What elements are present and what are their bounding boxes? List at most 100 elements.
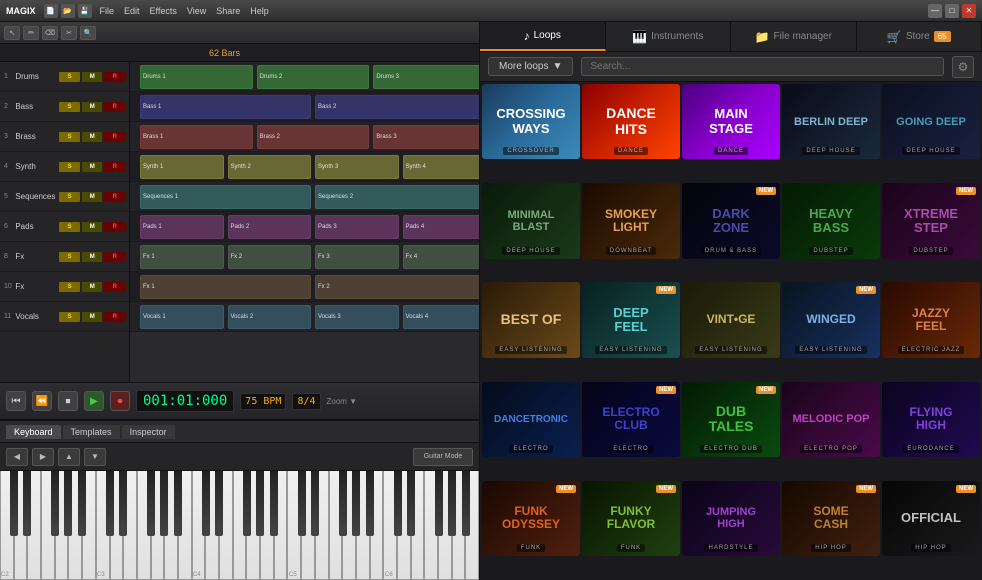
zoom-tool[interactable]: 🔍 [80, 26, 96, 40]
loop-card[interactable]: FLYING HIGHEURODANCE [882, 382, 980, 457]
solo-button[interactable]: S [59, 72, 80, 82]
loop-card[interactable]: CROSSING WAYSCROSSOVER [482, 84, 580, 159]
track-clip[interactable]: Drums 3 [373, 65, 479, 89]
track-row[interactable]: Drums 1Drums 2Drums 3 [130, 62, 479, 92]
mute-button[interactable]: M [82, 102, 103, 112]
loop-card[interactable]: OFFICIALHIP HOPNEW [882, 481, 980, 556]
settings-icon[interactable]: ⚙ [952, 56, 974, 78]
loop-card[interactable]: FUNKY FLAVORFUNKNEW [582, 481, 680, 556]
track-clip[interactable]: Fx 4 [403, 245, 480, 269]
track-clip[interactable]: Synth 1 [140, 155, 224, 179]
black-key[interactable] [407, 471, 415, 536]
more-loops-button[interactable]: More loops ▼ [488, 57, 573, 76]
black-key[interactable] [160, 471, 168, 536]
track-clip[interactable]: Fx 2 [228, 245, 312, 269]
tab-instruments[interactable]: 🎹 Instruments [606, 22, 732, 51]
track-row[interactable]: Pads 1Pads 2Pads 3Pads 4 [130, 212, 479, 242]
black-key[interactable] [64, 471, 72, 536]
rec-button[interactable]: R [104, 222, 125, 232]
tab-store[interactable]: 🛒 Store 65 [857, 22, 982, 51]
solo-button[interactable]: S [59, 192, 80, 202]
track-clip[interactable]: Bass 2 [315, 95, 479, 119]
solo-button[interactable]: S [59, 162, 80, 172]
black-key[interactable] [462, 471, 470, 536]
solo-button[interactable]: S [59, 282, 80, 292]
maximize-button[interactable]: □ [945, 4, 959, 18]
mute-button[interactable]: M [82, 132, 103, 142]
track-clip[interactable]: Fx 1 [140, 275, 311, 299]
loop-card[interactable]: SOME CASHHIP HOPNEW [782, 481, 880, 556]
guitar-mode-btn[interactable]: Guitar Mode [413, 448, 473, 466]
menu-effects[interactable]: Effects [146, 6, 181, 16]
black-key[interactable] [352, 471, 360, 536]
track-row[interactable]: Fx 1Fx 2 [130, 272, 479, 302]
loop-card[interactable]: FUNK ODYSSEYFUNKNEW [482, 481, 580, 556]
prev-button[interactable]: ⏪ [32, 391, 52, 411]
track-clip[interactable]: Pads 2 [228, 215, 312, 239]
record-button[interactable]: ⏺ [110, 391, 130, 411]
black-key[interactable] [10, 471, 18, 536]
tab-filemanager[interactable]: 📁 File manager [731, 22, 857, 51]
loop-card[interactable]: MAIN STAGEDANCE [682, 84, 780, 159]
track-clip[interactable]: Pads 3 [315, 215, 399, 239]
kbd-down-btn[interactable]: ▼ [84, 448, 106, 466]
track-clip[interactable]: Synth 4 [403, 155, 480, 179]
track-clip[interactable]: Sequences 1 [140, 185, 311, 209]
track-clip[interactable]: Fx 2 [315, 275, 479, 299]
rec-button[interactable]: R [104, 132, 125, 142]
track-row[interactable]: Bass 1Bass 2 [130, 92, 479, 122]
mute-button[interactable]: M [82, 162, 103, 172]
black-key[interactable] [23, 471, 31, 536]
tab-keyboard[interactable]: Keyboard [6, 425, 61, 439]
tab-templates[interactable]: Templates [63, 425, 120, 439]
erase-tool[interactable]: ⌫ [42, 26, 58, 40]
track-clip[interactable]: Pads 4 [403, 215, 480, 239]
menu-share[interactable]: Share [212, 6, 244, 16]
rewind-button[interactable]: ⏮ [6, 391, 26, 411]
loop-card[interactable]: Berlin DeepDEEP HOUSE [782, 84, 880, 159]
track-content[interactable]: Drums 1Drums 2Drums 3Bass 1Bass 2Brass 1… [130, 62, 479, 382]
track-clip[interactable]: Brass 3 [373, 125, 479, 149]
kbd-right-btn[interactable]: ▶ [32, 448, 54, 466]
menu-file[interactable]: File [96, 6, 119, 16]
track-clip[interactable]: Vocals 2 [228, 305, 312, 329]
menu-help[interactable]: Help [246, 6, 273, 16]
loop-card[interactable]: heavy bassDUBSTEP [782, 183, 880, 258]
black-key[interactable] [394, 471, 402, 536]
loop-card[interactable]: JAZZY FeelELECTRIC JAZZ [882, 282, 980, 357]
loop-card[interactable]: DANCE HITSDANCE [582, 84, 680, 159]
solo-button[interactable]: S [59, 252, 80, 262]
track-row[interactable]: Synth 1Synth 2Synth 3Synth 4 [130, 152, 479, 182]
draw-tool[interactable]: ✏ [23, 26, 39, 40]
track-row[interactable]: Sequences 1Sequences 2 [130, 182, 479, 212]
black-key[interactable] [256, 471, 264, 536]
mute-button[interactable]: M [82, 222, 103, 232]
track-clip[interactable]: Fx 1 [140, 245, 224, 269]
black-key[interactable] [147, 471, 155, 536]
loop-card[interactable]: WINGEDEASY LISTENINGNEW [782, 282, 880, 357]
solo-button[interactable]: S [59, 222, 80, 232]
track-row[interactable]: Vocals 1Vocals 2Vocals 3Vocals 4 [130, 302, 479, 332]
track-clip[interactable]: Drums 1 [140, 65, 253, 89]
track-clip[interactable]: Sequences 2 [315, 185, 479, 209]
mute-button[interactable]: M [82, 312, 103, 322]
track-clip[interactable]: Bass 1 [140, 95, 311, 119]
black-key[interactable] [202, 471, 210, 536]
play-button[interactable]: ▶ [84, 391, 104, 411]
loop-card[interactable]: SMOKEY LIGHTDOWNBEAT [582, 183, 680, 258]
black-key[interactable] [366, 471, 374, 536]
track-clip[interactable]: Vocals 3 [315, 305, 399, 329]
black-key[interactable] [106, 471, 114, 536]
loop-card[interactable]: DUB TALESELECTRO DUBNEW [682, 382, 780, 457]
loop-card[interactable]: ELECTRO CLUBELECTRONEW [582, 382, 680, 457]
track-clip[interactable]: Drums 2 [257, 65, 370, 89]
cut-tool[interactable]: ✂ [61, 26, 77, 40]
track-clip[interactable]: Vocals 4 [403, 305, 480, 329]
black-key[interactable] [435, 471, 443, 536]
rec-button[interactable]: R [104, 282, 125, 292]
search-input[interactable] [581, 57, 944, 76]
loop-card[interactable]: DANCETRONICELECTRO [482, 382, 580, 457]
black-key[interactable] [298, 471, 306, 536]
close-button[interactable]: ✕ [962, 4, 976, 18]
black-key[interactable] [78, 471, 86, 536]
